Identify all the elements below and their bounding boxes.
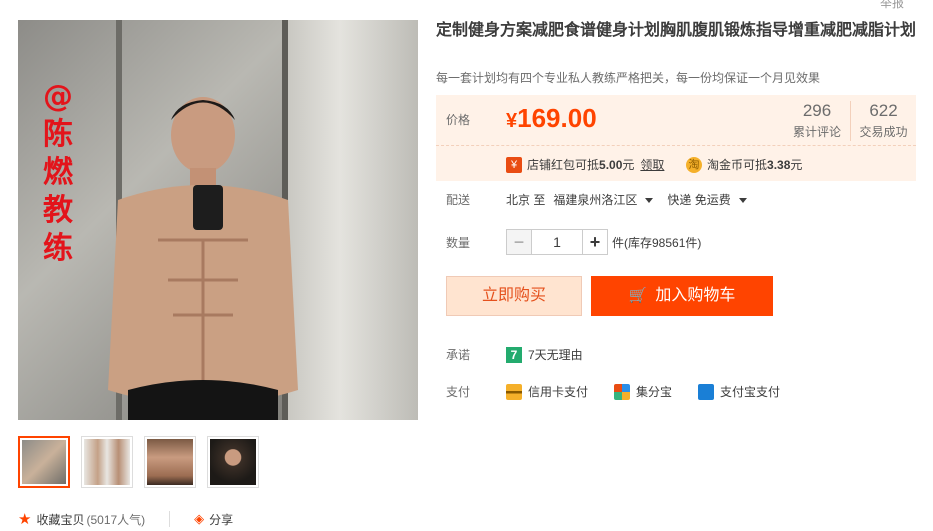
alipay-icon bbox=[698, 383, 715, 400]
price-panel: 价格 ¥169.00 296 累计评论 622 交易成功 ¥ 店铺红包可抵 5.0… bbox=[436, 95, 916, 181]
payment-row: 支付 信用卡支付 集分宝 支付宝支付 bbox=[446, 383, 806, 400]
shop-coupon: ¥ 店铺红包可抵 5.00 元 领取 bbox=[506, 156, 664, 173]
decrease-button[interactable]: − bbox=[506, 229, 532, 255]
promise-row: 承诺 7 7天无理由 bbox=[446, 346, 583, 363]
delivery-destination-select[interactable]: 福建泉州洛江区 bbox=[553, 191, 667, 208]
share-button[interactable]: 分享 bbox=[209, 511, 233, 528]
stock-text: 件(库存98561件) bbox=[612, 235, 702, 250]
coin-icon: 淘 bbox=[686, 156, 702, 173]
increase-button[interactable]: + bbox=[582, 229, 608, 255]
quantity-stepper: − + 件(库存98561件) bbox=[506, 229, 701, 255]
thumbnail-2[interactable] bbox=[81, 436, 133, 488]
delivery-from: 北京 至 bbox=[506, 193, 546, 207]
product-title: 定制健身方案减肥食谱健身计划胸肌腹肌锻炼指导增重减肥减脂计划 bbox=[436, 22, 917, 39]
watermark-text: @ 陈 燃 教 练 bbox=[43, 79, 73, 266]
taojinbi-offer: 淘 淘金币可抵 3.38 元 bbox=[686, 156, 802, 173]
quantity-label: 数量 bbox=[446, 235, 471, 250]
chevron-down-icon bbox=[738, 198, 747, 204]
divider bbox=[169, 511, 171, 527]
promo-line: ¥ 店铺红包可抵 5.00 元 领取 淘 淘金币可抵 3.38 元 bbox=[436, 145, 916, 181]
buy-now-button[interactable]: 立即购买 bbox=[446, 276, 582, 316]
jifenbao-icon bbox=[614, 383, 631, 400]
share-icon: ◈ bbox=[194, 511, 205, 526]
star-icon: ★ bbox=[18, 511, 32, 528]
favorite-share-bar: ★ 收藏宝贝 (5017人气) ◈ 分享 bbox=[18, 510, 233, 528]
price-value: ¥169.00 bbox=[506, 103, 597, 133]
cart-icon: 🛒 bbox=[628, 287, 648, 304]
transaction-count[interactable]: 622 交易成功 bbox=[850, 101, 916, 141]
credit-card-icon bbox=[506, 383, 522, 400]
quantity-input[interactable] bbox=[532, 229, 582, 255]
payment-credit-card[interactable]: 信用卡支付 bbox=[506, 383, 588, 400]
model-figure bbox=[108, 97, 298, 420]
delivery-label: 配送 bbox=[446, 193, 471, 207]
product-subtitle: 每一套计划均有四个专业私人教练严格把关，每一份均保证一个月见效果 bbox=[436, 71, 821, 85]
payment-label: 支付 bbox=[446, 385, 471, 399]
delivery-row: 配送 北京 至 福建泉州洛江区 快递 免运费 bbox=[446, 191, 761, 208]
thumbnail-1[interactable] bbox=[18, 436, 70, 488]
thumbnail-strip bbox=[18, 436, 259, 488]
delivery-method-select[interactable]: 快递 免运费 bbox=[667, 191, 760, 208]
seven-day-return-icon: 7 bbox=[506, 346, 522, 363]
coupon-icon: ¥ bbox=[506, 156, 522, 173]
favorite-count: (5017人气) bbox=[86, 512, 146, 527]
payment-jifenbao[interactable]: 集分宝 bbox=[614, 383, 672, 400]
add-to-cart-button[interactable]: 🛒 加入购物车 bbox=[591, 276, 773, 316]
promise-text[interactable]: 7天无理由 bbox=[528, 346, 583, 363]
thumbnail-4[interactable] bbox=[207, 436, 259, 488]
claim-coupon-link[interactable]: 领取 bbox=[640, 156, 664, 173]
chevron-down-icon bbox=[645, 198, 654, 204]
favorite-button[interactable]: 收藏宝贝 bbox=[36, 511, 84, 528]
main-product-image[interactable]: @ 陈 燃 教 练 bbox=[18, 20, 418, 420]
payment-alipay[interactable]: 支付宝支付 bbox=[698, 383, 780, 400]
review-count[interactable]: 296 累计评论 bbox=[784, 101, 850, 141]
thumbnail-3[interactable] bbox=[144, 436, 196, 488]
sales-stats: 296 累计评论 622 交易成功 bbox=[784, 101, 916, 141]
price-label: 价格 bbox=[446, 113, 471, 127]
report-link[interactable]: 举报 bbox=[880, 0, 904, 11]
quantity-row: 数量 − + 件(库存98561件) bbox=[446, 229, 701, 255]
promise-label: 承诺 bbox=[446, 348, 471, 362]
